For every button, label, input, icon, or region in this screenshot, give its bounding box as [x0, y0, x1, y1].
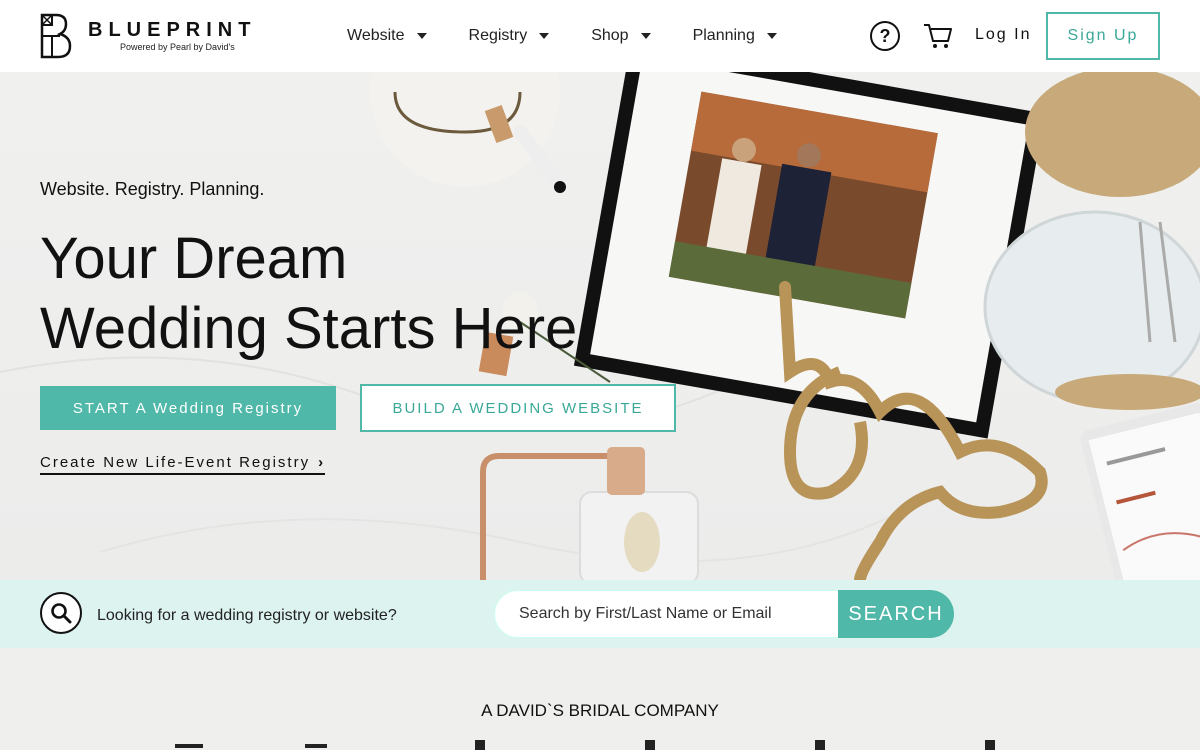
hero-tagline: Website. Registry. Planning.	[40, 179, 265, 199]
main-nav: Website Registry Shop Planning	[347, 0, 819, 72]
magnifier-icon	[51, 603, 72, 624]
nav-registry-label: Registry	[468, 27, 528, 44]
nav-planning-label: Planning	[692, 27, 755, 44]
nav-shop[interactable]: Shop	[591, 27, 651, 45]
search-button[interactable]: SEARCH	[838, 590, 954, 638]
brand-name: BLUEPRINT	[88, 19, 257, 41]
chevron-down-icon	[416, 33, 427, 39]
chevron-down-icon	[766, 33, 777, 39]
build-website-button[interactable]: BUILD A WEDDING WEBSITE	[360, 384, 676, 432]
registry-search-input[interactable]	[494, 590, 840, 638]
hero-section: Website. Registry. Planning. Your Dream …	[0, 72, 1200, 580]
signup-button[interactable]: Sign Up	[1046, 12, 1160, 60]
cart-icon[interactable]	[923, 22, 953, 50]
nav-shop-label: Shop	[591, 27, 629, 44]
company-section: A DAVID`S BRIDAL COMPANY	[0, 648, 1200, 750]
registry-search-band: Looking for a wedding registry or websit…	[0, 580, 1200, 648]
blueprint-logo-icon	[40, 13, 72, 59]
question-circle-icon[interactable]: ?	[870, 21, 900, 51]
headline-line-2: Wedding Starts Here.	[40, 296, 594, 361]
nav-website[interactable]: Website	[347, 27, 427, 45]
site-header: BLUEPRINT Powered by Pearl by David's We…	[0, 0, 1200, 72]
headline-line-1: Your Dream	[40, 226, 348, 291]
blueprint-logo[interactable]: BLUEPRINT Powered by Pearl by David's	[40, 13, 256, 59]
life-event-registry-link[interactable]: Create New Life-Event Registry ›	[40, 454, 326, 475]
chevron-right-icon: ›	[318, 454, 326, 471]
search-prompt: Looking for a wedding registry or websit…	[97, 607, 397, 624]
chevron-down-icon	[539, 33, 550, 39]
company-label: A DAVID`S BRIDAL COMPANY	[481, 701, 719, 720]
start-registry-button[interactable]: START A Wedding Registry	[40, 386, 336, 430]
nav-website-label: Website	[347, 27, 405, 44]
hero-headline: Your Dream Wedding Starts Here.	[40, 224, 593, 364]
life-event-link-label: Create New Life-Event Registry	[40, 454, 311, 471]
search-icon	[40, 592, 82, 634]
nav-planning[interactable]: Planning	[693, 27, 777, 45]
nav-registry[interactable]: Registry	[469, 27, 550, 45]
cut-off-heading-fragment	[175, 740, 995, 750]
login-link[interactable]: Log In	[975, 26, 1031, 44]
brand-subtitle: Powered by Pearl by David's	[120, 42, 235, 52]
chevron-down-icon	[640, 33, 651, 39]
